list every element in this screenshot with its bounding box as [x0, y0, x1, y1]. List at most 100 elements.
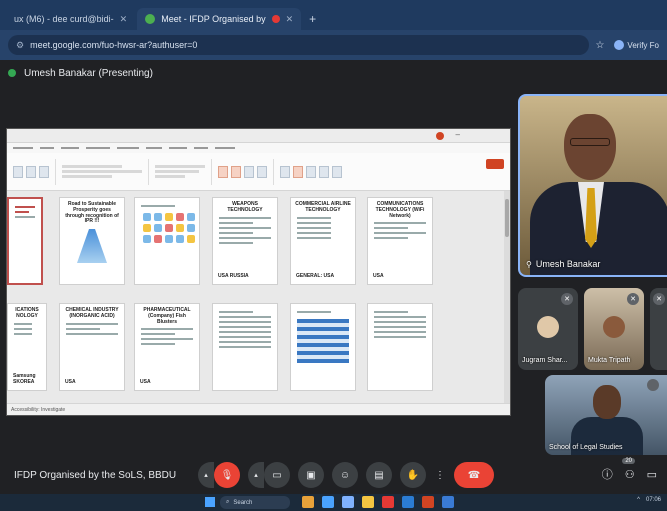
- meet-favicon-icon: [145, 14, 156, 24]
- captions-button[interactable]: ▣: [298, 462, 324, 488]
- chat-icon[interactable]: ▭: [647, 468, 657, 481]
- shapes-icon: [218, 165, 228, 178]
- participant-tile[interactable]: ✕: [650, 288, 667, 370]
- shape-fill-icon: [257, 165, 267, 178]
- slide-title: ICATIONS NOLOGY: [15, 307, 39, 319]
- meeting-title: IFDP Organised by the SoLS, BBDU: [14, 470, 177, 481]
- present-button[interactable]: ▤: [366, 462, 392, 488]
- ribbon-group-font: [62, 163, 142, 180]
- site-info-icon[interactable]: ⚙: [16, 40, 24, 51]
- tray-chevron-icon[interactable]: ^: [637, 497, 640, 503]
- slide-thumbnail: [367, 303, 433, 391]
- url-field[interactable]: ⚙ meet.google.com/fuo-hwsr-ar?authuser=0: [8, 35, 590, 55]
- slide-table: [297, 319, 349, 363]
- speaker-video-tile[interactable]: ⚲ Umesh Banakar: [518, 94, 667, 277]
- app-icon[interactable]: [442, 496, 454, 508]
- slide-footer: USA: [65, 379, 76, 385]
- powerpoint-icon[interactable]: [422, 496, 434, 508]
- more-options-icon[interactable]: ⋮: [434, 462, 446, 488]
- raise-hand-button[interactable]: ✋: [400, 462, 426, 488]
- tab-label: ux (M6) - dee curd@bidi-: [14, 14, 114, 24]
- accessibility-status: Accessibility: Investigate: [11, 406, 66, 413]
- mic-toggle-button[interactable]: 🎙: [214, 462, 240, 488]
- muted-icon: ✕: [653, 293, 665, 305]
- slide-footer: USA: [140, 379, 151, 385]
- browser-tab-strip: ux (M6) - dee curd@bidi- ✕ Meet - IFDP O…: [0, 0, 667, 30]
- new-tab-button[interactable]: +: [303, 12, 322, 30]
- ribbon-group-editing: [280, 165, 342, 178]
- slide-thumbnail: WEAPONS TECHNOLOGY USA RUSSIA: [212, 197, 278, 285]
- address-bar: ⚙ meet.google.com/fuo-hwsr-ar?authuser=0…: [0, 30, 667, 60]
- camera-toggle-button[interactable]: ▭: [264, 462, 290, 488]
- meet-control-bar: IFDP Organised by the SoLS, BBDU ▴ 🎙 ▴ ▭…: [0, 458, 667, 494]
- app-status-bar: Accessibility: Investigate: [7, 403, 510, 415]
- slide-sorter: Road to Sustainable Prosperity goes thro…: [7, 191, 510, 403]
- recording-icon: [271, 15, 280, 23]
- icon-collage: [143, 213, 195, 243]
- ribbon-toolbar: [7, 153, 510, 191]
- record-button: [486, 159, 504, 169]
- tab-meet[interactable]: Meet - IFDP Organised by ✕: [137, 8, 302, 30]
- participant-name: School of Legal Studies: [549, 444, 623, 451]
- profile-button[interactable]: Verify Fo: [614, 40, 659, 50]
- camera-options-button[interactable]: ▴: [248, 462, 264, 488]
- participant-tile[interactable]: ✕ Jugram Shar...: [518, 288, 578, 370]
- taskbar-search[interactable]: ⌕ Search: [220, 496, 290, 509]
- screen: ux (M6) - dee curd@bidi- ✕ Meet - IFDP O…: [0, 0, 667, 511]
- participant-name: Mukta Tripath: [588, 357, 631, 364]
- url-text: meet.google.com/fuo-hwsr-ar?authuser=0: [30, 40, 198, 50]
- arrange-icon: [231, 165, 241, 178]
- slide-thumbnail: CHEMICAL INDUSTRY (INORGANIC ACID) USA: [59, 303, 125, 391]
- muted-icon: ✕: [627, 293, 639, 305]
- slide-sorter-scrollbar: [504, 191, 510, 403]
- close-tab-icon[interactable]: ✕: [120, 14, 128, 25]
- task-view-icon[interactable]: [322, 496, 334, 508]
- slide-footer: USA: [373, 273, 384, 279]
- ribbon-group-paragraph: [155, 163, 205, 180]
- word-icon[interactable]: [402, 496, 414, 508]
- end-call-button[interactable]: ☎: [454, 462, 494, 488]
- participant-avatar: [537, 316, 559, 338]
- ribbon-group-drawing: [218, 165, 267, 178]
- speaker-video: [564, 114, 616, 180]
- participant-video: [603, 316, 625, 338]
- slide-thumbnail: [212, 303, 278, 391]
- paste-icon: [13, 165, 23, 178]
- minimize-icon: –: [455, 130, 460, 139]
- muted-icon: [647, 379, 659, 391]
- muted-icon: ✕: [561, 293, 573, 305]
- emoji-button[interactable]: ☺: [332, 462, 358, 488]
- slide-title: PHARMACEUTICAL (Company) Fish Blusters: [143, 307, 191, 325]
- slide-footer: GENERAL: USA: [296, 273, 335, 279]
- people-icon[interactable]: ⚇: [625, 468, 635, 481]
- slide-thumbnail: [134, 197, 200, 285]
- slide-thumbnail: COMMUNICATIONS TECHNOLOGY (WiFi Network)…: [367, 197, 433, 285]
- clock[interactable]: 07:06: [646, 497, 661, 503]
- taskbar-search-label: Search: [233, 499, 253, 506]
- presenting-icon: [8, 69, 16, 77]
- slide-thumbnail: COMMERCIAL AIRLINE TECHNOLOGY GENERAL: U…: [290, 197, 356, 285]
- file-explorer-icon[interactable]: [342, 496, 354, 508]
- close-tab-icon[interactable]: ✕: [286, 14, 294, 25]
- slide-thumbnail: [7, 197, 43, 285]
- editing-icon: [280, 165, 290, 178]
- participant-video: [593, 385, 621, 419]
- participant-tile[interactable]: School of Legal Studies: [545, 375, 667, 455]
- folder-icon[interactable]: [362, 496, 374, 508]
- widgets-icon[interactable]: [302, 496, 314, 508]
- meeting-info-icon[interactable]: ⓘ: [602, 466, 613, 482]
- tab-label: Meet - IFDP Organised by: [161, 14, 266, 24]
- call-controls: ▴ 🎙 ▴ ▭ ▣ ☺ ▤ ✋ ⋮ ☎: [198, 462, 494, 488]
- profile-label: Verify Fo: [627, 40, 659, 50]
- designer-icon: [332, 165, 342, 178]
- slide-footer: Samsung SKOREA: [13, 373, 36, 385]
- participant-tile[interactable]: ✕ Mukta Tripath: [584, 288, 644, 370]
- start-icon[interactable]: [205, 497, 215, 507]
- speaker-name: Umesh Banakar: [535, 259, 601, 269]
- tab-email[interactable]: ux (M6) - dee curd@bidi- ✕: [6, 8, 135, 30]
- os-taskbar: ⌕ Search ^ 07:06: [0, 494, 667, 511]
- chrome-icon[interactable]: [382, 496, 394, 508]
- mic-options-button[interactable]: ▴: [198, 462, 214, 488]
- bookmark-star-icon[interactable]: ☆: [595, 40, 604, 51]
- presenting-label: Umesh Banakar (Presenting): [24, 67, 153, 79]
